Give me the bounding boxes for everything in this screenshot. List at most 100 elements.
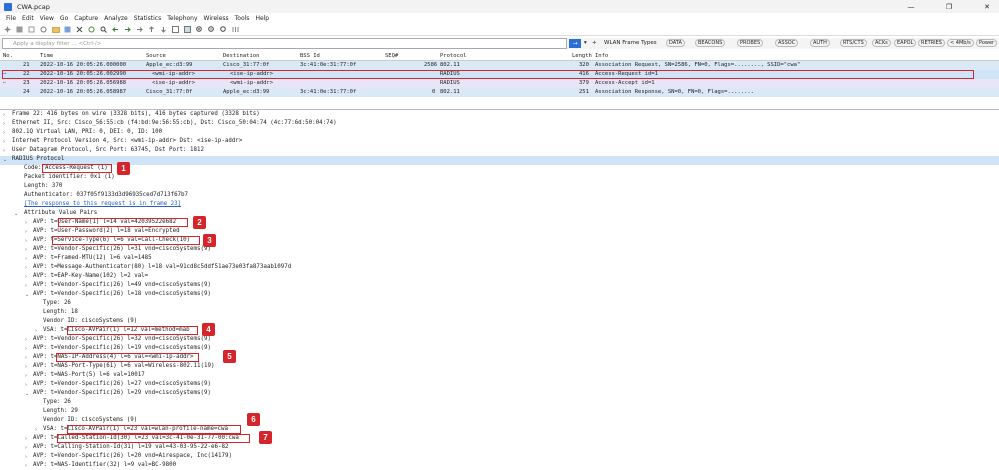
expand-arrow-icon[interactable]: ›	[25, 238, 27, 244]
expand-arrow-icon[interactable]: ›	[35, 427, 37, 433]
wlan-data-toggle[interactable]: DATA	[666, 38, 685, 49]
menu-go[interactable]: Go	[60, 15, 68, 22]
tree-radius[interactable]: RADIUS Protocol	[12, 155, 64, 164]
avp-type[interactable]: Type: 26	[43, 398, 71, 407]
column-info[interactable]: Info	[595, 53, 608, 59]
column-bss-id[interactable]: BSS Id	[300, 53, 320, 59]
maximize-button[interactable]: ❐	[937, 0, 961, 13]
expand-arrow-icon[interactable]: ›	[25, 364, 27, 370]
close-file-icon[interactable]	[75, 26, 84, 34]
menu-help[interactable]: Help	[255, 15, 269, 22]
expand-arrow-icon[interactable]: ›	[25, 436, 27, 442]
column-protocol[interactable]: Protocol	[440, 53, 467, 59]
avp-type[interactable]: Type: 26	[43, 299, 71, 308]
column-length[interactable]: Length	[572, 53, 592, 59]
column-source[interactable]: Source	[146, 53, 166, 59]
tree-vlan[interactable]: 802.1Q Virtual LAN, PRI: 0, DEI: 0, ID: …	[12, 128, 162, 137]
go-to-packet-icon[interactable]	[135, 26, 144, 34]
wlan-eapol-toggle[interactable]: EAPOL	[894, 38, 917, 49]
wlan-power-toggle[interactable]: Power	[976, 38, 998, 49]
radius-packet-id[interactable]: Packet identifier: 0x1 (1)	[24, 173, 115, 182]
add-filter-button[interactable]: +	[592, 38, 597, 49]
wlan-low-rate-toggle[interactable]: < 4Mb/s	[947, 38, 974, 49]
expand-arrow-icon[interactable]: ›	[3, 112, 5, 118]
expand-arrow-icon[interactable]: ›	[25, 274, 27, 280]
avp-vendor-specific[interactable]: AVP: t=Vendor-Specific(26) l=18 vnd=cisc…	[33, 290, 211, 299]
find-packet-icon[interactable]	[99, 26, 108, 34]
tree-frame[interactable]: Frame 22: 416 bytes on wire (3328 bits),…	[12, 110, 260, 119]
column-seq[interactable]: SEQ#	[385, 53, 398, 59]
display-filter-input[interactable]: Apply a display filter … <Ctrl-/>	[2, 38, 567, 49]
save-file-icon[interactable]	[63, 26, 72, 34]
expand-arrow-icon[interactable]: ›	[25, 337, 27, 343]
wlan-beacons-toggle[interactable]: BEACONS	[695, 38, 726, 49]
expand-arrow-icon[interactable]: ›	[25, 355, 27, 361]
expand-arrow-icon[interactable]: ›	[3, 148, 5, 154]
avp-length[interactable]: Length: 18	[43, 308, 78, 317]
autoscroll-icon[interactable]	[171, 26, 180, 34]
packet-row[interactable]: 24 2022-10-16 20:05:26.058987 Cisco_31:7…	[0, 88, 999, 97]
wlan-rts-cts-toggle[interactable]: RTS/CTS	[840, 38, 867, 49]
menu-view[interactable]: View	[40, 15, 54, 22]
avp-message-authenticator[interactable]: AVP: t=Message-Authenticator(80) l=18 va…	[33, 263, 291, 272]
go-back-icon[interactable]	[111, 26, 120, 34]
close-button[interactable]: ✕	[975, 0, 999, 13]
minimize-button[interactable]: —	[899, 0, 923, 13]
apply-filter-arrow-icon[interactable]: →	[569, 39, 581, 48]
expand-arrow-icon[interactable]: ›	[25, 256, 27, 262]
expand-arrow-icon[interactable]: ›	[25, 382, 27, 388]
wlan-retries-toggle[interactable]: RETRIES	[918, 38, 945, 49]
open-file-icon[interactable]	[51, 26, 60, 34]
wlan-acks-toggle[interactable]: ACKs	[872, 38, 891, 49]
packet-row-selected[interactable]: → 22 2022-10-16 20:05:26.002990 <wmi-ip-…	[0, 70, 999, 79]
collapse-arrow-icon[interactable]: ⌄	[3, 157, 7, 163]
tree-ipv4[interactable]: Internet Protocol Version 4, Src: <wmi-i…	[12, 137, 242, 146]
zoom-in-icon[interactable]	[195, 26, 204, 34]
go-forward-icon[interactable]	[123, 26, 132, 34]
avp-vendor-specific[interactable]: AVP: t=Vendor-Specific(26) l=32 vnd=cisc…	[33, 335, 211, 344]
expand-arrow-icon[interactable]: ›	[25, 283, 27, 289]
restart-capture-icon[interactable]	[27, 26, 36, 34]
avp-length[interactable]: Length: 29	[43, 407, 78, 416]
menu-edit[interactable]: Edit	[22, 15, 34, 22]
menu-telephony[interactable]: Telephony	[167, 15, 197, 22]
tree-avp-list[interactable]: Attribute Value Pairs	[24, 209, 97, 218]
colorize-icon[interactable]	[183, 26, 192, 34]
menu-analyze[interactable]: Analyze	[104, 15, 128, 22]
avp-vendor-specific[interactable]: AVP: t=Vendor-Specific(26) l=49 vnd=cisc…	[33, 281, 211, 290]
avp-nas-port[interactable]: AVP: t=NAS-Port(5) l=6 val=10017	[33, 371, 145, 380]
go-last-icon[interactable]	[159, 26, 168, 34]
expand-arrow-icon[interactable]: ›	[25, 247, 27, 253]
zoom-reset-icon[interactable]	[219, 26, 228, 34]
expand-arrow-icon[interactable]: ›	[25, 454, 27, 460]
expand-arrow-icon[interactable]: ›	[3, 139, 5, 145]
packet-row[interactable]: ← 23 2022-10-16 20:05:26.056988 <ise-ip-…	[0, 79, 999, 88]
expand-arrow-icon[interactable]: ›	[25, 346, 27, 352]
avp-user-password[interactable]: AVP: t=User-Password(2) l=18 val=Encrypt…	[33, 227, 180, 236]
resize-columns-icon[interactable]	[231, 26, 240, 34]
expand-arrow-icon[interactable]: ›	[3, 130, 5, 136]
start-capture-icon[interactable]	[3, 26, 12, 34]
avp-vendor-specific[interactable]: AVP: t=Vendor-Specific(26) l=27 vnd=cisc…	[33, 380, 211, 389]
column-no[interactable]: No.	[3, 53, 13, 59]
menu-statistics[interactable]: Statistics	[134, 15, 161, 22]
wlan-probes-toggle[interactable]: PROBES	[737, 38, 764, 49]
avp-eap-key-name[interactable]: AVP: t=EAP-Key-Name(102) l=2 val=	[33, 272, 148, 281]
expand-arrow-icon[interactable]: ›	[25, 229, 27, 235]
avp-nas-port-type[interactable]: AVP: t=NAS-Port-Type(61) l=6 val=Wireles…	[33, 362, 214, 371]
stop-capture-icon[interactable]	[15, 26, 24, 34]
go-first-icon[interactable]	[147, 26, 156, 34]
expand-arrow-icon[interactable]: ›	[25, 265, 27, 271]
expand-arrow-icon[interactable]: ›	[3, 121, 5, 127]
collapse-arrow-icon[interactable]: ⌄	[25, 391, 29, 397]
reload-icon[interactable]	[87, 26, 96, 34]
wlan-auth-toggle[interactable]: AUTH	[810, 38, 830, 49]
radius-authenticator[interactable]: Authenticator: 037f05f9133d3d96935ced7d7…	[24, 191, 188, 200]
avp-vendor-id[interactable]: Vendor ID: ciscoSystems (9)	[43, 416, 137, 425]
avp-vendor-specific[interactable]: AVP: t=Vendor-Specific(26) l=29 vnd=cisc…	[33, 389, 211, 398]
menu-wireless[interactable]: Wireless	[204, 15, 229, 22]
column-destination[interactable]: Destination	[223, 53, 259, 59]
zoom-out-icon[interactable]	[207, 26, 216, 34]
expand-arrow-icon[interactable]: ›	[25, 373, 27, 379]
tree-udp[interactable]: User Datagram Protocol, Src Port: 63745,…	[12, 146, 204, 155]
